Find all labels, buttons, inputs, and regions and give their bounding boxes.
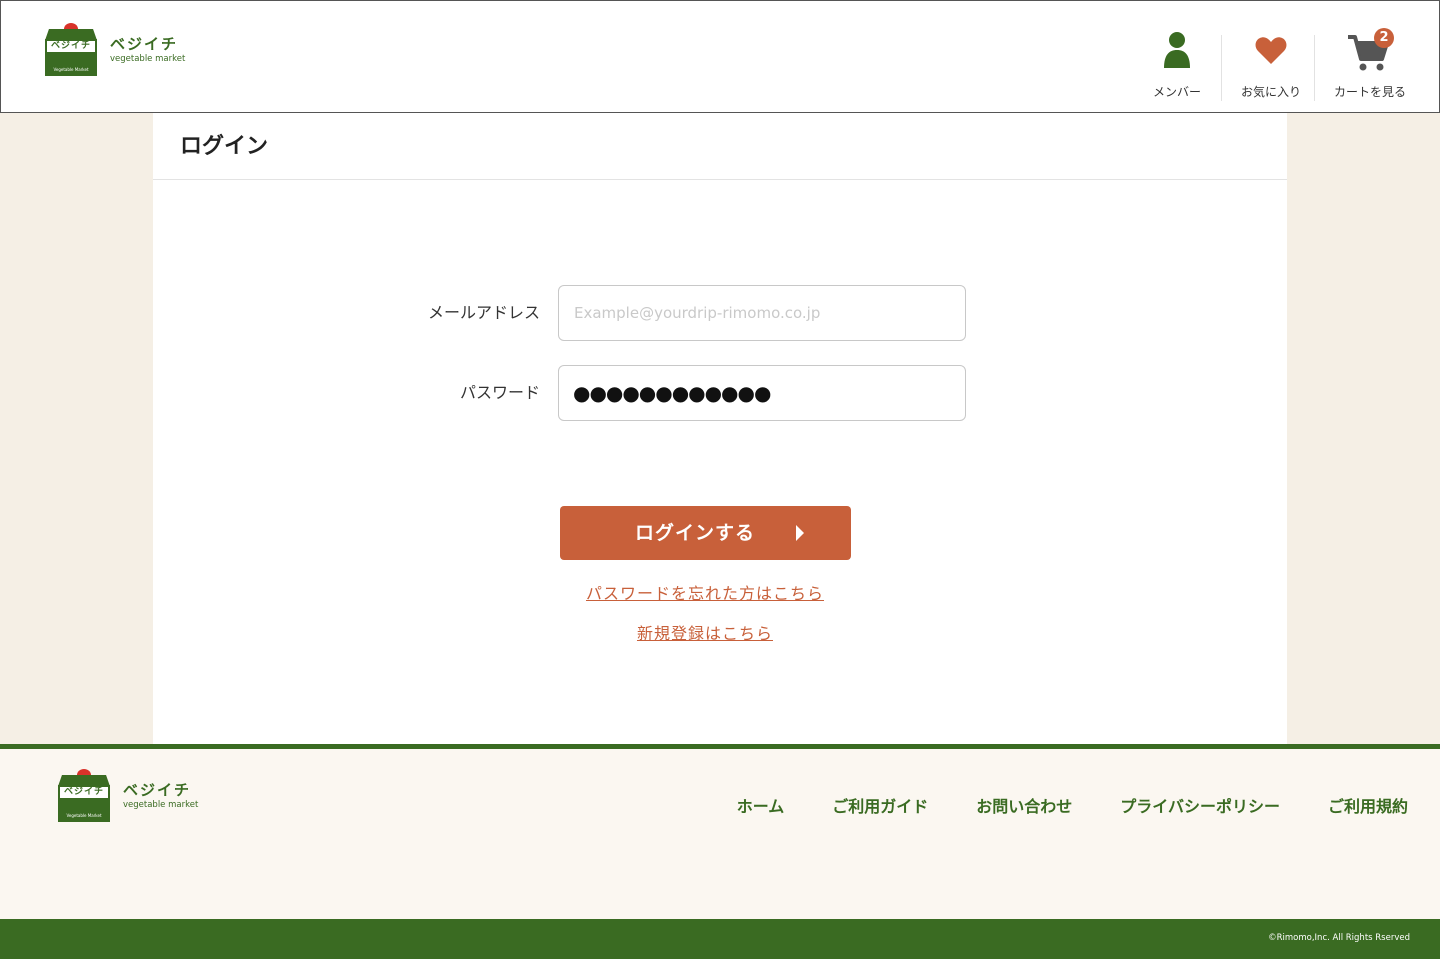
footer-link-guide[interactable]: ご利用ガイド bbox=[832, 793, 928, 817]
logo-roof bbox=[58, 775, 110, 785]
register-link[interactable]: 新規登録はこちら bbox=[153, 620, 1257, 644]
person-icon bbox=[1164, 32, 1190, 68]
nav-divider bbox=[1314, 35, 1315, 101]
nav-divider bbox=[1221, 35, 1222, 101]
site-footer: ベジイチ Vegetable Market ベジイチ vegetable mar… bbox=[0, 744, 1440, 919]
logo-text: ベジイチ vegetable market bbox=[123, 781, 198, 811]
cart-nav[interactable]: 2 カートを見る bbox=[1329, 1, 1411, 112]
heart-icon bbox=[1255, 37, 1287, 64]
header-logo[interactable]: ベジイチ Vegetable Market ベジイチ vegetable mar… bbox=[42, 23, 185, 77]
triangle-right-icon bbox=[796, 525, 804, 541]
email-row: メールアドレス bbox=[153, 285, 1287, 341]
footer-link-terms[interactable]: ご利用規約 bbox=[1328, 793, 1408, 817]
footer-nav: ホーム ご利用ガイド お問い合わせ プライバシーポリシー ご利用規約 bbox=[689, 793, 1408, 817]
logo-stall: Vegetable Market bbox=[58, 800, 110, 822]
brand-name: ベジイチ bbox=[110, 35, 179, 53]
brand-tagline: vegetable market bbox=[110, 54, 186, 64]
logo-sign: ベジイチ bbox=[58, 785, 110, 800]
copyright-bar: ©Rimomo,Inc. All Rights Rserved bbox=[0, 919, 1440, 959]
page-title: ログイン bbox=[153, 113, 1287, 180]
member-label: メンバー bbox=[1152, 85, 1201, 99]
logo-sign: ベジイチ bbox=[45, 39, 97, 54]
site-header: ベジイチ Vegetable Market ベジイチ vegetable mar… bbox=[0, 0, 1440, 113]
password-field[interactable] bbox=[558, 365, 966, 421]
logo-roof bbox=[45, 29, 97, 39]
footer-logo[interactable]: ベジイチ Vegetable Market ベジイチ vegetable mar… bbox=[55, 769, 198, 823]
login-card: ログイン メールアドレス パスワード ●●●●●●●●●●●● ログインする パ… bbox=[153, 113, 1287, 745]
cart-label: カートを見る bbox=[1333, 85, 1406, 99]
login-button-label: ログインする bbox=[634, 522, 755, 544]
password-label: パスワード bbox=[459, 383, 540, 402]
logo-text: ベジイチ vegetable market bbox=[110, 35, 185, 65]
logo-stall-text: Vegetable Market bbox=[66, 813, 102, 818]
email-field[interactable] bbox=[558, 285, 966, 341]
login-button[interactable]: ログインする bbox=[560, 506, 851, 560]
brand-name: ベジイチ bbox=[123, 781, 192, 799]
footer-link-home[interactable]: ホーム bbox=[737, 793, 785, 817]
cart-count-badge: 2 bbox=[1374, 28, 1394, 48]
footer-link-privacy[interactable]: プライバシーポリシー bbox=[1120, 793, 1280, 817]
logo-mark: ベジイチ Vegetable Market bbox=[42, 23, 100, 77]
copyright-text: ©Rimomo,Inc. All Rights Rserved bbox=[1268, 933, 1410, 943]
logo-stall-text: Vegetable Market bbox=[53, 67, 89, 72]
favorites-nav[interactable]: お気に入り bbox=[1237, 1, 1305, 112]
footer-link-contact[interactable]: お問い合わせ bbox=[976, 793, 1072, 817]
brand-tagline: vegetable market bbox=[123, 800, 199, 810]
logo-mark: ベジイチ Vegetable Market bbox=[55, 769, 113, 823]
favorites-label: お気に入り bbox=[1240, 85, 1301, 99]
email-label: メールアドレス bbox=[427, 303, 540, 322]
forgot-password-link[interactable]: パスワードを忘れた方はこちら bbox=[153, 580, 1257, 604]
logo-stall: Vegetable Market bbox=[45, 54, 97, 76]
member-nav[interactable]: メンバー bbox=[1149, 1, 1205, 112]
password-row: パスワード ●●●●●●●●●●●● bbox=[153, 365, 1287, 421]
